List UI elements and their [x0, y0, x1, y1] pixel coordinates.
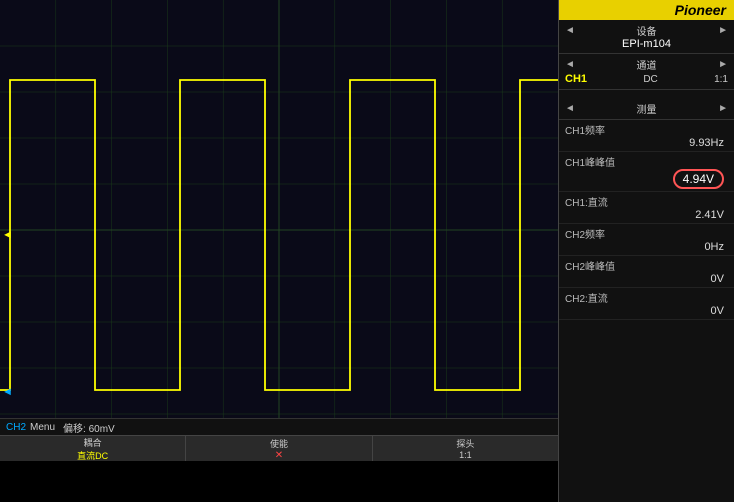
device-arrow-right: ► — [718, 25, 728, 36]
ch1-dc-label: CH1:直流 — [565, 194, 728, 209]
right-panel: Pioneer ◄ 设备 ► EPI-m104 ◄ 通道 ► CH1 DC 1:… — [558, 0, 734, 502]
svg-text:◄: ◄ — [2, 386, 13, 398]
ch1-freq-value: 9.93Hz — [565, 137, 728, 149]
ch1-dc-value: 2.41V — [565, 209, 728, 221]
ch2-status-label: CH2 — [6, 422, 26, 433]
ch1-peakpeak-label: CH1峰峰值 — [565, 154, 728, 169]
ch2-dc-label: CH2:直流 — [565, 290, 728, 305]
channel-header-label: 通道 — [637, 57, 657, 72]
timebase-status-label: 偏移: 60mV — [63, 420, 115, 435]
ch2-peakpeak-label: CH2峰峰值 — [565, 258, 728, 273]
device-section: ◄ 设备 ► EPI-m104 — [559, 20, 734, 54]
measure-header-row: ◄ 测量 ► — [565, 101, 728, 116]
channel-arrow-left: ◄ — [565, 59, 575, 70]
pioneer-logo: Pioneer — [559, 0, 734, 20]
device-name: EPI-m104 — [565, 38, 728, 50]
ch1-peakpeak-value: 4.94V — [673, 169, 724, 189]
bottom-buttons-row: 耦合 直流DC 使能 ✕ 探头 1:1 — [0, 435, 558, 461]
ch1-peakpeak-value-container: 4.94V — [565, 169, 728, 189]
spacer1 — [559, 90, 734, 98]
x-icon: ✕ — [275, 450, 283, 461]
menu-status-label: Menu — [30, 422, 55, 433]
svg-text:◄: ◄ — [2, 229, 13, 241]
measure-section-header: ◄ 测量 ► — [559, 98, 734, 120]
device-arrow-left: ◄ — [565, 25, 575, 36]
grid: ◄ ◄ — [0, 0, 558, 460]
ch2-dc-value: 0V — [565, 305, 728, 317]
ch1-label: CH1 — [565, 73, 587, 85]
probe-button[interactable]: 探头 1:1 — [373, 436, 558, 461]
ch1-freq-label: CH1频率 — [565, 122, 728, 137]
ch1-dc-section: CH1:直流 2.41V — [559, 192, 734, 224]
device-header-label: 设备 — [637, 23, 657, 38]
bottom-status-bar: CH2 Menu 偏移: 60mV 耦合 直流DC 使能 ✕ 探头 1 — [0, 418, 558, 460]
oscilloscope-left-panel: ◄ ◄ CH2 Menu 偏移: 60mV 耦合 直流DC 使能 — [0, 0, 558, 502]
ch1-ratio: 1:1 — [714, 74, 728, 85]
status-row: CH2 Menu 偏移: 60mV — [0, 419, 558, 435]
ch2-freq-section: CH2频率 0Hz — [559, 224, 734, 256]
ch1-peakpeak-section: CH1峰峰值 4.94V — [559, 152, 734, 192]
coupling-button[interactable]: 耦合 直流DC — [0, 436, 186, 461]
ch1-coupling: DC — [643, 74, 657, 85]
channel-section: ◄ 通道 ► CH1 DC 1:1 — [559, 54, 734, 90]
ch2-peakpeak-value: 0V — [565, 273, 728, 285]
measure-arrow-left: ◄ — [565, 103, 575, 114]
scope-display: ◄ ◄ CH2 Menu 偏移: 60mV 耦合 直流DC 使能 — [0, 0, 558, 460]
ch1-info-row: CH1 DC 1:1 — [565, 72, 728, 86]
channel-header-row: ◄ 通道 ► — [565, 57, 728, 72]
ch2-dc-section: CH2:直流 0V — [559, 288, 734, 320]
measure-arrow-right: ► — [718, 103, 728, 114]
ch2-freq-label: CH2频率 — [565, 226, 728, 241]
channel-arrow-right: ► — [718, 59, 728, 70]
ch2-peakpeak-section: CH2峰峰值 0V — [559, 256, 734, 288]
device-header-row: ◄ 设备 ► — [565, 23, 728, 38]
measure-header-label: 测量 — [637, 101, 657, 116]
enable-button[interactable]: 使能 ✕ — [186, 436, 372, 461]
ch2-freq-value: 0Hz — [565, 241, 728, 253]
ch1-freq-section: CH1频率 9.93Hz — [559, 120, 734, 152]
